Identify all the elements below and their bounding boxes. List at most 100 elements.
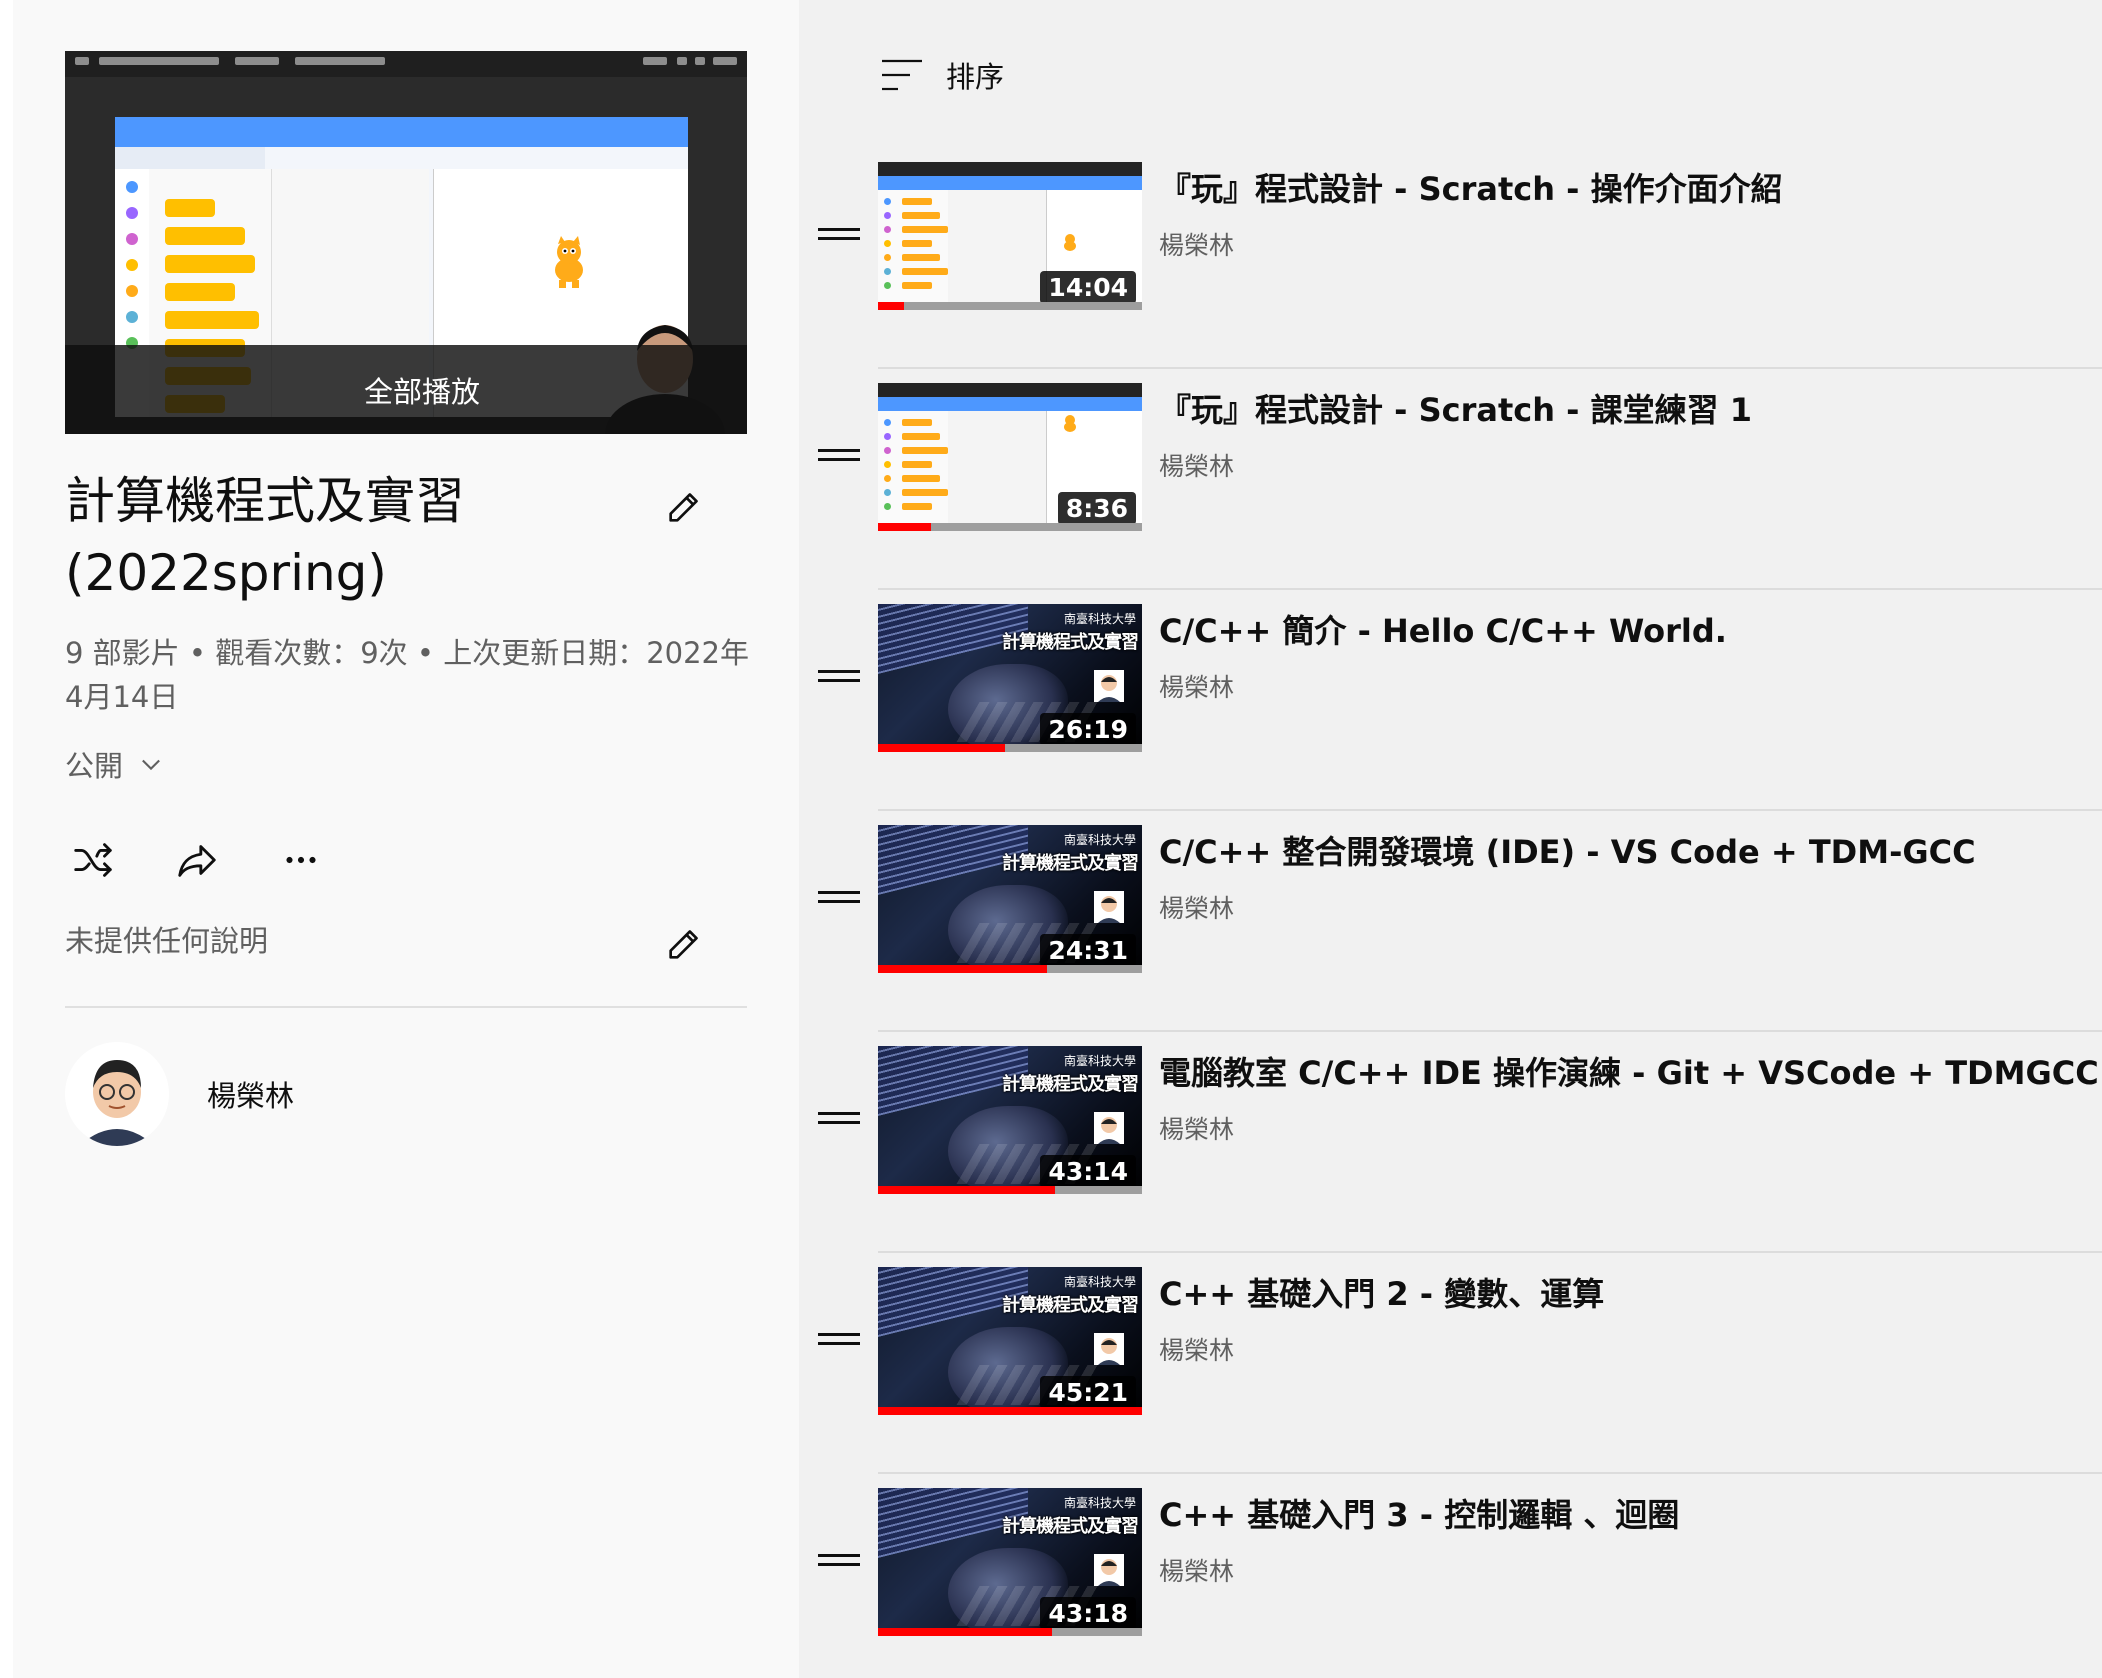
video-title[interactable]: 電腦教室 C/C++ IDE 操作演練 - Git + VSCode + TDM… [1159, 1048, 2099, 1094]
video-channel[interactable]: 楊榮林 [1159, 1331, 1234, 1367]
watch-progress-fill [878, 1407, 1142, 1415]
video-channel[interactable]: 楊榮林 [1159, 1110, 1234, 1146]
thumbnail-course-title: 計算機程式及實習 [1002, 853, 1139, 874]
thumbnail-course-title: 計算機程式及實習 [1002, 1295, 1139, 1316]
playlist-video-row[interactable]: 南臺科技大學 計算機程式及實習 43:18 C++ 基礎入門 3 - 控制邏輯 … [812, 1474, 2102, 1678]
school-logo: 南臺科技大學 [1063, 833, 1136, 847]
chevron-down-icon [142, 759, 160, 771]
video-duration: 8:36 [1057, 492, 1136, 525]
drag-handle-icon[interactable] [818, 445, 860, 465]
playlist-title: 計算機程式及實習 (2022spring) [65, 472, 465, 602]
watch-progress-fill [878, 1628, 1053, 1636]
video-title[interactable]: C/C++ 整合開發環境 (IDE) - VS Code + TDM-GCC [1159, 827, 1976, 873]
edit-title-button[interactable] [658, 481, 710, 533]
watch-progress-fill [878, 1186, 1055, 1194]
drag-handle-icon[interactable] [818, 1550, 860, 1570]
school-logo: 南臺科技大學 [1063, 612, 1136, 626]
watch-progress-fill [878, 965, 1047, 973]
school-logo: 南臺科技大學 [1063, 1496, 1136, 1510]
watch-progress-fill [878, 744, 1005, 752]
video-channel[interactable]: 楊榮林 [1159, 889, 1234, 925]
watch-progress-bar [878, 1407, 1142, 1415]
play-all-button[interactable]: 全部播放 [65, 345, 747, 434]
video-channel[interactable]: 楊榮林 [1159, 226, 1234, 262]
video-thumbnail[interactable]: 南臺科技大學 計算機程式及實習 45:21 [878, 1267, 1142, 1415]
playlist-actions [65, 832, 377, 888]
scratch-cat-icon [1064, 234, 1076, 251]
instructor-face-icon [1094, 1333, 1124, 1365]
playlist-video-row[interactable]: 南臺科技大學 計算機程式及實習 26:19 C/C++ 簡介 - Hello C… [812, 590, 2102, 811]
instructor-face-icon [1094, 1554, 1124, 1586]
instructor-face-icon [1094, 891, 1124, 923]
privacy-dropdown[interactable]: 公開 [65, 744, 165, 784]
sort-label: 排序 [946, 60, 1005, 94]
playlist-header-panel: 全部播放 計算機程式及實習 (2022spring) 9 部影片 • 觀看次數：… [13, 0, 799, 1678]
thumbnail-course-title: 計算機程式及實習 [1002, 632, 1139, 653]
share-button[interactable] [169, 832, 225, 888]
watch-progress-bar [878, 1186, 1142, 1194]
video-thumbnail[interactable]: 南臺科技大學 計算機程式及實習 26:19 [878, 604, 1142, 752]
playlist-hero-thumbnail[interactable]: 全部播放 [65, 51, 747, 434]
watch-progress-fill [878, 302, 905, 310]
playlist-video-row[interactable]: 8:36 『玩』程式設計 - Scratch - 課堂練習 1 楊榮林 [812, 369, 2102, 590]
drag-handle-icon[interactable] [818, 1108, 860, 1128]
video-title[interactable]: C++ 基礎入門 2 - 變數、運算 [1159, 1269, 1604, 1315]
watch-progress-bar [878, 523, 1142, 531]
video-thumbnail[interactable]: 南臺科技大學 計算機程式及實習 24:31 [878, 825, 1142, 973]
drag-handle-icon[interactable] [818, 887, 860, 907]
share-icon [178, 845, 216, 877]
edit-description-button[interactable] [658, 918, 710, 970]
watch-progress-bar [878, 965, 1142, 973]
playlist-video-row[interactable]: 南臺科技大學 計算機程式及實習 45:21 C++ 基礎入門 2 - 變數、運算… [812, 1253, 2102, 1474]
video-duration: 43:18 [1040, 1597, 1136, 1630]
video-title[interactable]: 『玩』程式設計 - Scratch - 操作介面介紹 [1159, 164, 1783, 210]
video-channel[interactable]: 楊榮林 [1159, 668, 1234, 704]
drag-handle-icon[interactable] [818, 224, 860, 244]
video-title[interactable]: 『玩』程式設計 - Scratch - 課堂練習 1 [1159, 385, 1752, 431]
instructor-face-icon [1094, 1112, 1124, 1144]
playlist-video-row[interactable]: 南臺科技大學 計算機程式及實習 43:14 電腦教室 C/C++ IDE 操作演… [812, 1032, 2102, 1253]
sort-button[interactable]: 排序 [880, 53, 1004, 97]
video-title[interactable]: C/C++ 簡介 - Hello C/C++ World. [1159, 606, 1727, 652]
video-channel[interactable]: 楊榮林 [1159, 447, 1234, 483]
watch-progress-bar [878, 1628, 1142, 1636]
playlist-description: 未提供任何說明 [65, 924, 269, 958]
playlist-owner[interactable]: 楊榮林 [65, 1042, 294, 1146]
watch-progress-fill [878, 523, 931, 531]
instructor-face-icon [1094, 670, 1124, 702]
video-thumbnail[interactable]: 南臺科技大學 計算機程式及實習 43:14 [878, 1046, 1142, 1194]
more-actions-button[interactable] [273, 832, 329, 888]
scratch-cat-icon [1064, 415, 1076, 432]
video-duration: 43:14 [1040, 1155, 1136, 1188]
playlist-stats: 9 部影片 • 觀看次數：9次 • 上次更新日期：2022年4月14日 [65, 636, 750, 714]
scratch-cat-sprite [555, 236, 583, 288]
avatar[interactable] [65, 1042, 169, 1146]
school-logo: 南臺科技大學 [1063, 1275, 1136, 1289]
video-thumbnail[interactable]: 南臺科技大學 計算機程式及實習 43:18 [878, 1488, 1142, 1636]
more-horiz-icon [286, 856, 316, 864]
video-thumbnail[interactable]: 14:04 [878, 162, 1142, 310]
pencil-icon [669, 930, 698, 959]
video-duration: 26:19 [1040, 713, 1136, 746]
shuffle-icon [74, 843, 112, 877]
video-title[interactable]: C++ 基礎入門 3 - 控制邏輯 、迴圈 [1159, 1490, 1679, 1536]
thumbnail-course-title: 計算機程式及實習 [1002, 1074, 1139, 1095]
playlist-video-list: 14:04 『玩』程式設計 - Scratch - 操作介面介紹 楊榮林 8:3… [812, 148, 2102, 1678]
sort-icon [882, 59, 922, 91]
pencil-icon [669, 493, 698, 522]
window-edge [0, 0, 13, 1678]
video-duration: 24:31 [1040, 934, 1136, 967]
divider [65, 1006, 747, 1008]
watch-progress-bar [878, 744, 1142, 752]
shuffle-button[interactable] [65, 832, 121, 888]
drag-handle-icon[interactable] [818, 1329, 860, 1349]
video-channel[interactable]: 楊榮林 [1159, 1552, 1234, 1588]
thumbnail-course-title: 計算機程式及實習 [1002, 1516, 1139, 1537]
playlist-video-row[interactable]: 14:04 『玩』程式設計 - Scratch - 操作介面介紹 楊榮林 [812, 148, 2102, 369]
video-duration: 14:04 [1040, 271, 1136, 304]
school-logo: 南臺科技大學 [1063, 1054, 1136, 1068]
owner-name[interactable]: 楊榮林 [207, 1073, 294, 1115]
video-thumbnail[interactable]: 8:36 [878, 383, 1142, 531]
drag-handle-icon[interactable] [818, 666, 860, 686]
playlist-video-row[interactable]: 南臺科技大學 計算機程式及實習 24:31 C/C++ 整合開發環境 (IDE)… [812, 811, 2102, 1032]
